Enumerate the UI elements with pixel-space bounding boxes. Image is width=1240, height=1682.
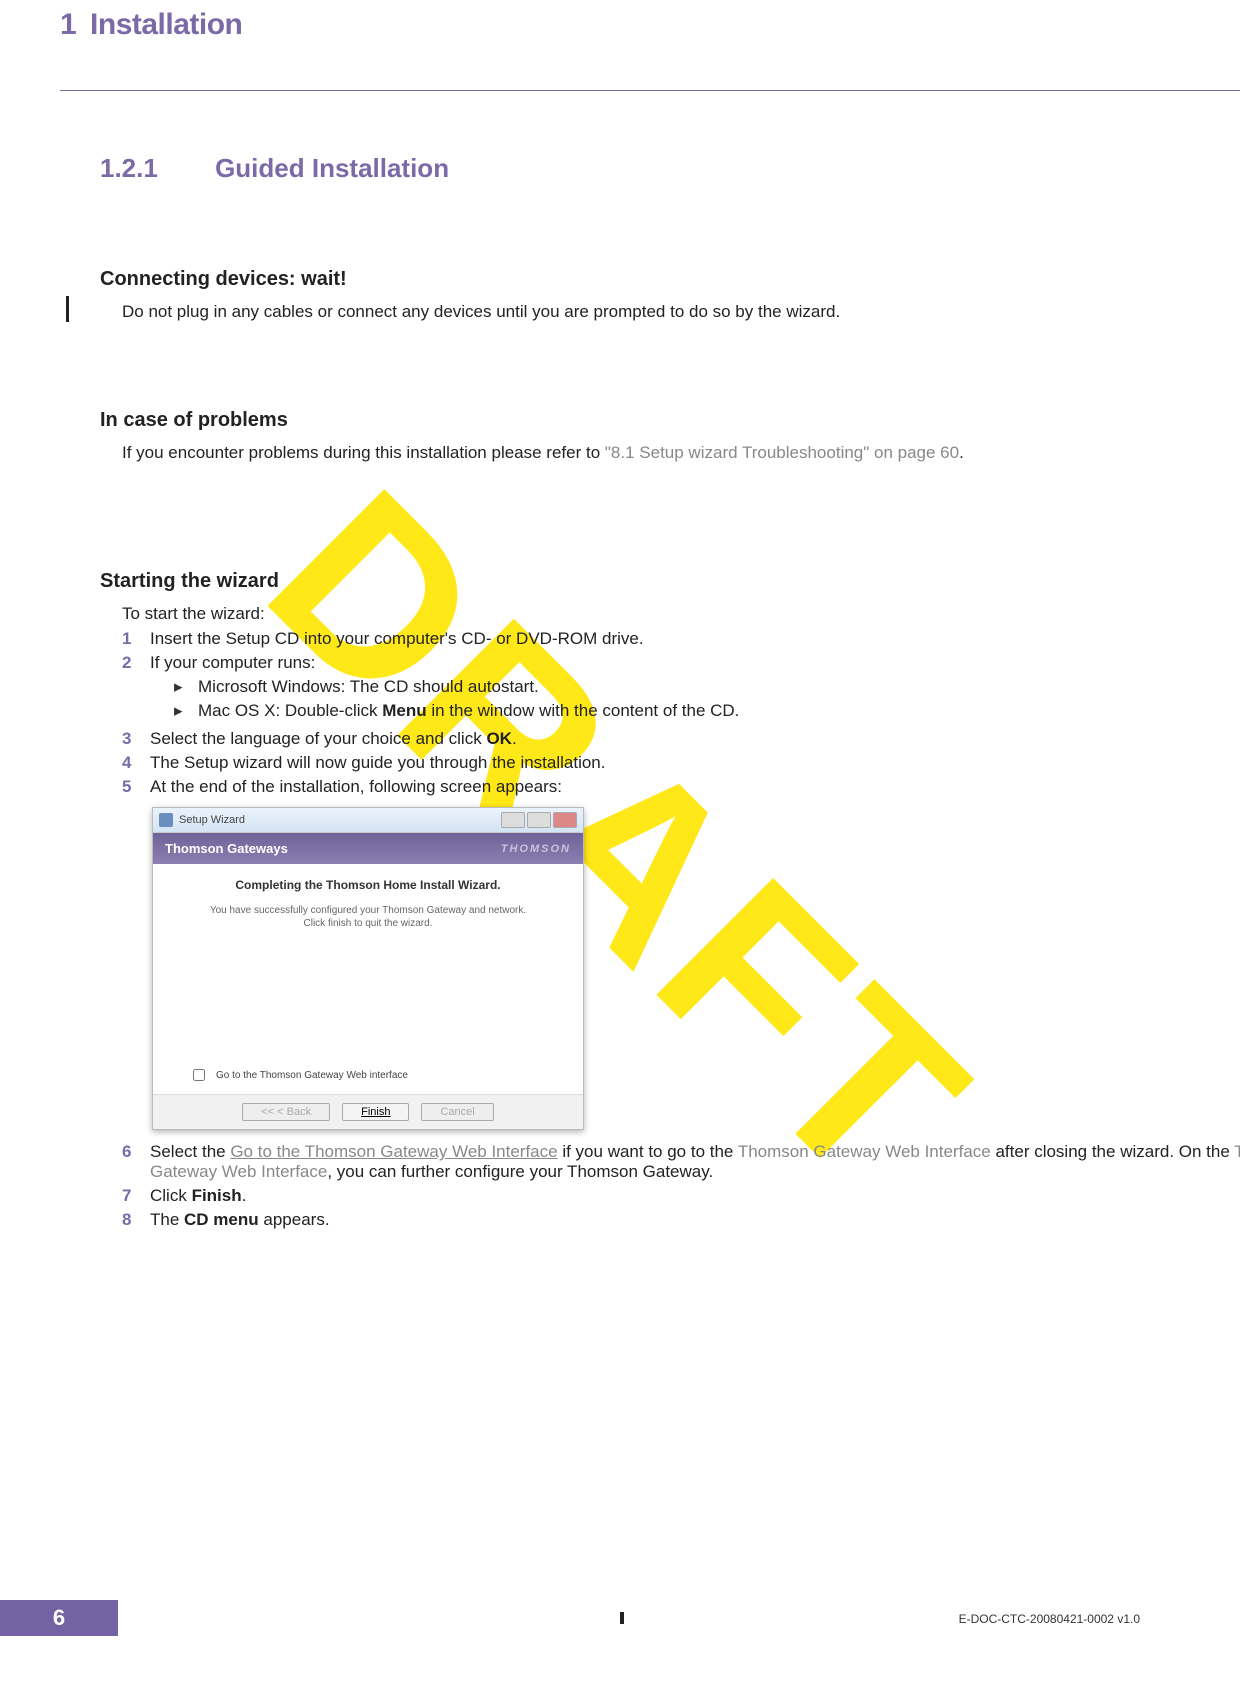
- step-1: 1Insert the Setup CD into your computer'…: [122, 629, 1240, 649]
- step6-link1[interactable]: Go to the Thomson Gateway Web Interface: [230, 1142, 557, 1161]
- wizard-body: Completing the Thomson Home Install Wiza…: [153, 864, 583, 940]
- block-wizard: Starting the wizard To start the wizard:…: [100, 570, 1240, 1230]
- wizard-footer: << < Back Finish Cancel: [153, 1094, 583, 1129]
- header-rule: [60, 90, 1240, 91]
- wizard-message: Completing the Thomson Home Install Wiza…: [163, 878, 573, 892]
- wizard-spacer: [153, 940, 583, 1060]
- step-4: 4The Setup wizard will now guide you thr…: [122, 753, 1240, 773]
- section-number: 1.2.1: [100, 153, 158, 183]
- maximize-button[interactable]: [527, 812, 551, 828]
- wizard-titlebar: Setup Wizard: [153, 808, 583, 833]
- wizard-checkbox-row: Go to the Thomson Gateway Web interface: [153, 1060, 583, 1094]
- step-7: 7Click Finish.: [122, 1186, 1240, 1206]
- wizard-brand: THOMSON: [501, 843, 571, 855]
- chapter-title: Installation: [90, 8, 242, 41]
- finish-button[interactable]: Finish: [342, 1103, 409, 1121]
- chapter-number: 1: [60, 8, 76, 41]
- connecting-text: Do not plug in any cables or connect any…: [122, 301, 1240, 323]
- page-number: 6: [0, 1600, 118, 1636]
- wizard-header: Thomson Gateways THOMSON: [153, 833, 583, 864]
- step-8: 8The CD menu appears.: [122, 1210, 1240, 1230]
- step6-link2[interactable]: Thomson Gateway Web Interface: [738, 1142, 991, 1161]
- section-heading: 1.2.1 Guided Installation: [100, 153, 1240, 184]
- wizard-intro: To start the wizard:: [122, 603, 1240, 625]
- cancel-dialog-button[interactable]: Cancel: [421, 1103, 493, 1121]
- section-title: Guided Installation: [215, 153, 449, 183]
- problems-heading: In case of problems: [100, 409, 1240, 432]
- close-button[interactable]: [553, 812, 577, 828]
- step-2: 2 If your computer runs: ▸Microsoft Wind…: [122, 653, 1240, 725]
- change-bar: [66, 296, 69, 322]
- step-2-sublist: ▸Microsoft Windows: The CD should autost…: [174, 677, 739, 721]
- wizard-app-icon: [159, 813, 173, 827]
- footer-tick: [620, 1612, 624, 1624]
- problems-text: If you encounter problems during this in…: [122, 442, 1240, 464]
- back-button[interactable]: << < Back: [242, 1103, 330, 1121]
- step-2b: ▸Mac OS X: Double-click Menu in the wind…: [174, 701, 739, 721]
- chapter-header: 1 Installation: [60, 8, 1240, 42]
- block-problems: In case of problems If you encounter pro…: [100, 409, 1240, 464]
- wizard-checkbox-label: Go to the Thomson Gateway Web interface: [216, 1070, 408, 1081]
- goto-web-interface-checkbox[interactable]: [193, 1069, 205, 1081]
- document-page: DRAFT 1 Installation 1.2.1 Guided Instal…: [0, 0, 1240, 1682]
- doc-id: E-DOC-CTC-20080421-0002 v1.0: [959, 1612, 1140, 1626]
- wizard-header-title: Thomson Gateways: [165, 841, 288, 856]
- wizard-steps-cont: 6 Select the Go to the Thomson Gateway W…: [122, 1142, 1240, 1230]
- wizard-subtext: You have successfully configured your Th…: [163, 904, 573, 930]
- step-5: 5At the end of the installation, followi…: [122, 777, 1240, 797]
- step-2a: ▸Microsoft Windows: The CD should autost…: [174, 677, 739, 697]
- setup-wizard-dialog: Setup Wizard Thomson Gateways THOMSON Co…: [152, 807, 584, 1130]
- problems-link[interactable]: "8.1 Setup wizard Troubleshooting" on pa…: [605, 443, 959, 462]
- step-3: 3Select the language of your choice and …: [122, 729, 1240, 749]
- wizard-titlebar-text: Setup Wizard: [179, 814, 245, 826]
- step-6: 6 Select the Go to the Thomson Gateway W…: [122, 1142, 1240, 1182]
- wizard-steps: 1Insert the Setup CD into your computer'…: [122, 629, 1240, 797]
- minimize-button[interactable]: [501, 812, 525, 828]
- connecting-heading: Connecting devices: wait!: [100, 268, 1240, 291]
- wizard-heading: Starting the wizard: [100, 570, 1240, 593]
- block-connecting: Connecting devices: wait! Do not plug in…: [100, 268, 1240, 323]
